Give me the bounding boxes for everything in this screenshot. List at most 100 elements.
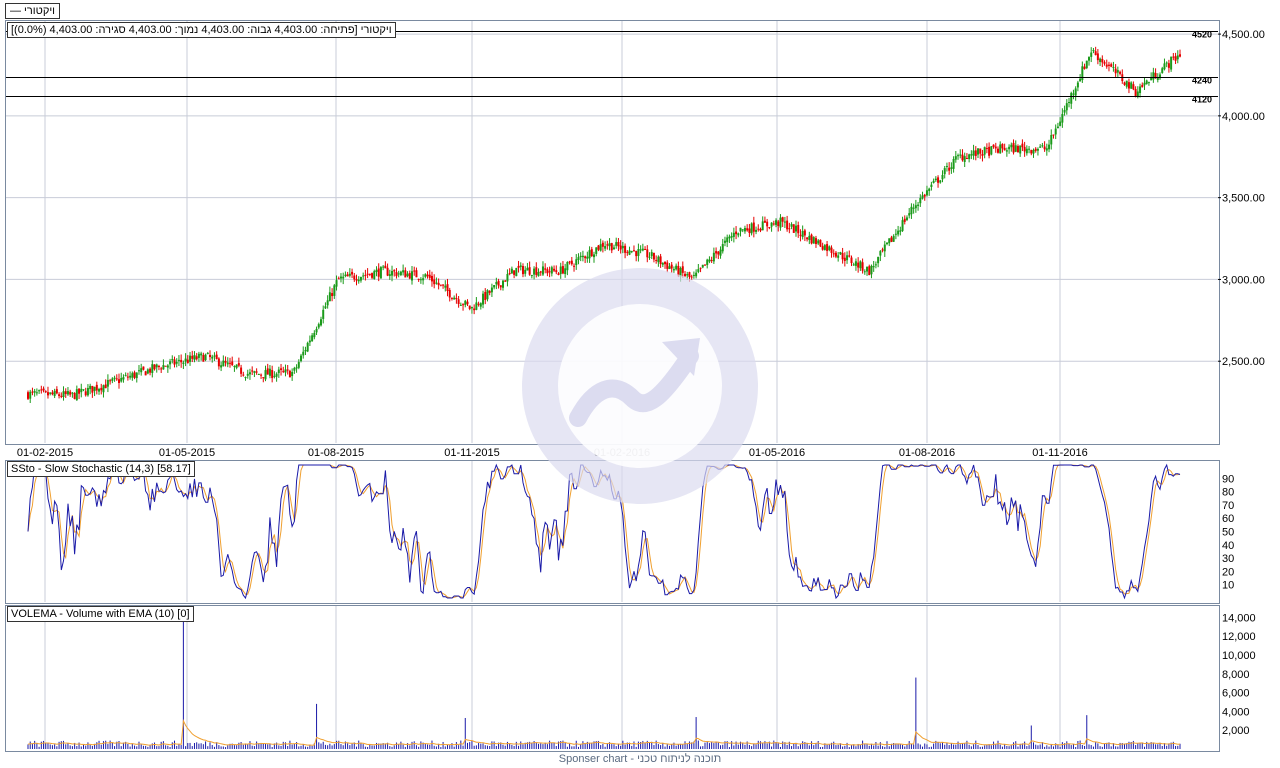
candle-body xyxy=(464,300,467,305)
candle-body xyxy=(1132,84,1135,90)
candle-body xyxy=(104,384,107,389)
stochastic-label: SSto - Slow Stochastic (14,3) [58.17] xyxy=(7,461,195,477)
stoch-tick-label: 50 xyxy=(1222,527,1234,539)
candle-body xyxy=(493,284,496,288)
candle-body xyxy=(253,371,256,373)
candle-body xyxy=(60,395,63,397)
candle-body xyxy=(462,304,465,306)
candle-body xyxy=(1014,145,1017,152)
candle-body xyxy=(590,249,593,257)
candle-body xyxy=(404,270,407,278)
candle-body xyxy=(743,227,746,232)
candle-body xyxy=(917,204,920,206)
candle-body xyxy=(215,354,218,359)
candle-body xyxy=(1070,92,1073,104)
candle-body xyxy=(781,217,784,222)
candle-body xyxy=(186,359,189,364)
stoch-tick-label: 80 xyxy=(1222,487,1234,499)
candle-body xyxy=(264,370,267,380)
candle-body xyxy=(459,304,462,306)
candle-body xyxy=(131,373,134,378)
price-legend: ויקטורי [פתיחה: 4,403.00 גבוה: 4,403.00 … xyxy=(7,22,396,38)
candle-body xyxy=(415,270,418,278)
candle-body xyxy=(903,218,906,222)
candle-body xyxy=(959,154,962,156)
y-tick-label: 3,000.00 xyxy=(1222,274,1265,286)
candle-body xyxy=(615,242,618,246)
candle-body xyxy=(810,234,813,244)
volume-tick-label: 8,000 xyxy=(1222,669,1250,681)
candle-body xyxy=(1134,88,1137,96)
candle-body xyxy=(348,273,351,276)
candle-body xyxy=(262,377,265,379)
level-label: 4240 xyxy=(1192,76,1212,86)
candle-body xyxy=(1036,148,1039,151)
candle-body xyxy=(832,253,835,255)
candle-body xyxy=(1021,143,1024,148)
candle-body xyxy=(612,247,615,250)
candle-body xyxy=(988,146,991,156)
candle-body xyxy=(448,289,451,298)
stoch-tick-label: 70 xyxy=(1222,500,1234,512)
candle-body xyxy=(797,225,800,234)
candle-body xyxy=(486,290,489,300)
candle-body xyxy=(66,391,69,395)
candle-body xyxy=(584,256,587,259)
candle-body xyxy=(453,297,456,300)
candle-body xyxy=(346,274,349,277)
candle-body xyxy=(608,243,611,247)
candle-body xyxy=(109,380,112,382)
candle-body xyxy=(759,228,762,231)
candle-body xyxy=(928,188,931,192)
candle-body xyxy=(342,276,345,279)
candle-body xyxy=(770,222,773,227)
candle-body xyxy=(1125,80,1128,87)
candle-body xyxy=(1170,56,1173,70)
candle-body xyxy=(228,362,231,364)
candle-body xyxy=(204,354,207,360)
sponsor-footer[interactable]: Sponser chart - תוכנה לניתוח טכני xyxy=(0,753,1280,765)
candle-body xyxy=(244,377,247,379)
candle-body xyxy=(133,372,136,378)
candle-body xyxy=(515,267,518,277)
candle-body xyxy=(1019,145,1022,154)
candle-body xyxy=(957,155,960,157)
candle-body xyxy=(570,260,573,265)
candle-body xyxy=(175,361,178,364)
candle-body xyxy=(883,244,886,252)
candle-body xyxy=(31,391,34,393)
candle-body xyxy=(1076,82,1079,88)
candle-body xyxy=(1112,66,1115,68)
candle-body xyxy=(89,385,92,390)
candle-body xyxy=(44,391,47,393)
candle-body xyxy=(617,241,620,247)
candle-body xyxy=(992,144,995,147)
candle-body xyxy=(275,373,278,377)
candle-body xyxy=(1127,82,1130,89)
candle-body xyxy=(1105,64,1108,67)
candle-body xyxy=(923,194,926,197)
candle-body xyxy=(588,250,591,259)
candle-body xyxy=(122,377,125,380)
candle-body xyxy=(1034,148,1037,151)
candle-body xyxy=(1054,128,1057,135)
candle-body xyxy=(632,250,635,252)
candle-body xyxy=(160,368,163,370)
candle-body xyxy=(1163,63,1166,70)
candle-body xyxy=(888,238,891,244)
volume-tick-label: 4,000 xyxy=(1222,706,1250,718)
candle-body xyxy=(135,372,138,379)
volume-tick-label: 14,000 xyxy=(1222,612,1256,624)
candle-body xyxy=(1174,56,1177,61)
candle-body xyxy=(786,220,789,230)
candle-body xyxy=(890,237,893,242)
candle-body xyxy=(812,237,815,244)
candle-body xyxy=(899,230,902,232)
candle-body xyxy=(837,255,840,258)
candle-body xyxy=(355,279,358,281)
candle-body xyxy=(752,222,755,232)
candle-body xyxy=(977,148,980,155)
candle-body xyxy=(1176,55,1179,60)
candle-body xyxy=(293,368,296,371)
candle-body xyxy=(735,231,738,235)
